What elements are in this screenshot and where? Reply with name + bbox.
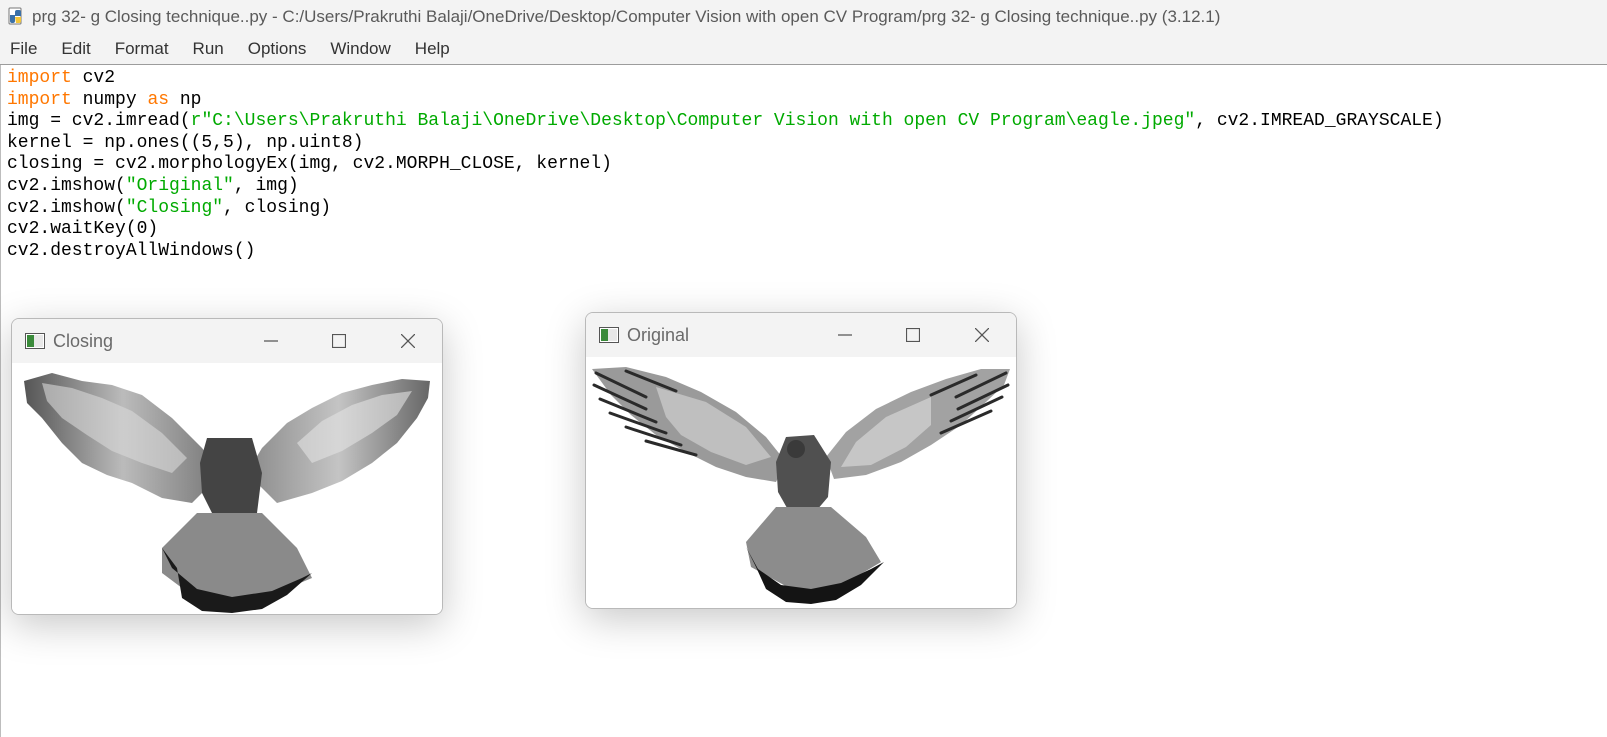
menu-format[interactable]: Format <box>103 39 181 59</box>
code-token: cv2 <box>71 68 116 88</box>
code-line-4: kernel = np.ones((5,5), np.uint8) <box>7 132 364 153</box>
menu-edit[interactable]: Edit <box>49 39 102 59</box>
code-line-9: cv2.destroyAllWindows() <box>7 240 256 261</box>
close-button[interactable] <box>385 319 431 363</box>
eagle-original-image <box>592 367 1010 604</box>
code-token: , closing) <box>223 197 332 218</box>
closing-window-title: Closing <box>53 330 114 351</box>
closing-image <box>12 363 442 614</box>
code-line-3: img = cv2.imread(r"C:\Users\Prakruthi Ba… <box>7 111 1444 131</box>
maximize-icon <box>332 334 346 348</box>
code-line-5: closing = cv2.morphologyEx(img, cv2.MORP… <box>7 154 612 175</box>
title-bar: prg 32- g Closing technique..py - C:/Use… <box>0 0 1607 34</box>
code-token: cv2.imshow( <box>7 175 126 196</box>
code-token: np <box>169 89 202 110</box>
maximize-button[interactable] <box>890 313 936 357</box>
original-window-title: Original <box>627 324 690 345</box>
code-line-6: cv2.imshow("Original", img) <box>7 176 299 196</box>
close-icon <box>401 334 415 348</box>
code-token: cv2.imshow( <box>7 197 126 218</box>
code-token: img = cv2.imread( <box>7 111 191 132</box>
original-window-titlebar[interactable]: Original <box>586 313 1016 357</box>
minimize-icon <box>264 340 278 342</box>
minimize-button[interactable] <box>248 319 294 363</box>
code-line-7: cv2.imshow("Closing", closing) <box>7 198 331 218</box>
minimize-icon <box>838 334 852 336</box>
minimize-button[interactable] <box>822 313 868 357</box>
keyword: as <box>147 89 170 110</box>
python-icon <box>6 6 28 28</box>
menu-bar: File Edit Format Run Options Window Help <box>0 34 1607 65</box>
menu-run[interactable]: Run <box>181 39 236 59</box>
closing-window-titlebar[interactable]: Closing <box>12 319 442 363</box>
menu-help[interactable]: Help <box>403 39 462 59</box>
string-literal: r"C:\Users\Prakruthi Balaji\OneDrive\Des… <box>190 111 1196 132</box>
code-token: numpy <box>71 89 148 110</box>
original-window[interactable]: Original <box>585 312 1017 609</box>
close-icon <box>975 328 989 342</box>
code-line-2: import numpy as np <box>7 90 201 110</box>
eagle-closing-image <box>24 373 430 613</box>
maximize-icon <box>906 328 920 342</box>
keyword: import <box>7 89 72 110</box>
code-line-1: import cv2 <box>7 68 115 88</box>
code-line-8: cv2.waitKey(0) <box>7 219 159 240</box>
menu-window[interactable]: Window <box>318 39 402 59</box>
code-token: , cv2.IMREAD_GRAYSCALE) <box>1195 111 1444 132</box>
window-title: prg 32- g Closing technique..py - C:/Use… <box>32 7 1221 26</box>
close-button[interactable] <box>959 313 1005 357</box>
string-literal: "Closing" <box>125 197 224 218</box>
menu-options[interactable]: Options <box>236 39 319 59</box>
opencv-window-icon <box>599 327 619 343</box>
keyword: import <box>7 68 72 88</box>
code-token: , img) <box>233 175 299 196</box>
code-text[interactable]: import cv2 import numpy as np img = cv2.… <box>7 68 1444 262</box>
maximize-button[interactable] <box>316 319 362 363</box>
original-image <box>586 357 1016 608</box>
closing-window[interactable]: Closing <box>11 318 443 615</box>
menu-file[interactable]: File <box>0 39 49 59</box>
string-literal: "Original" <box>125 175 234 196</box>
opencv-window-icon <box>25 333 45 349</box>
